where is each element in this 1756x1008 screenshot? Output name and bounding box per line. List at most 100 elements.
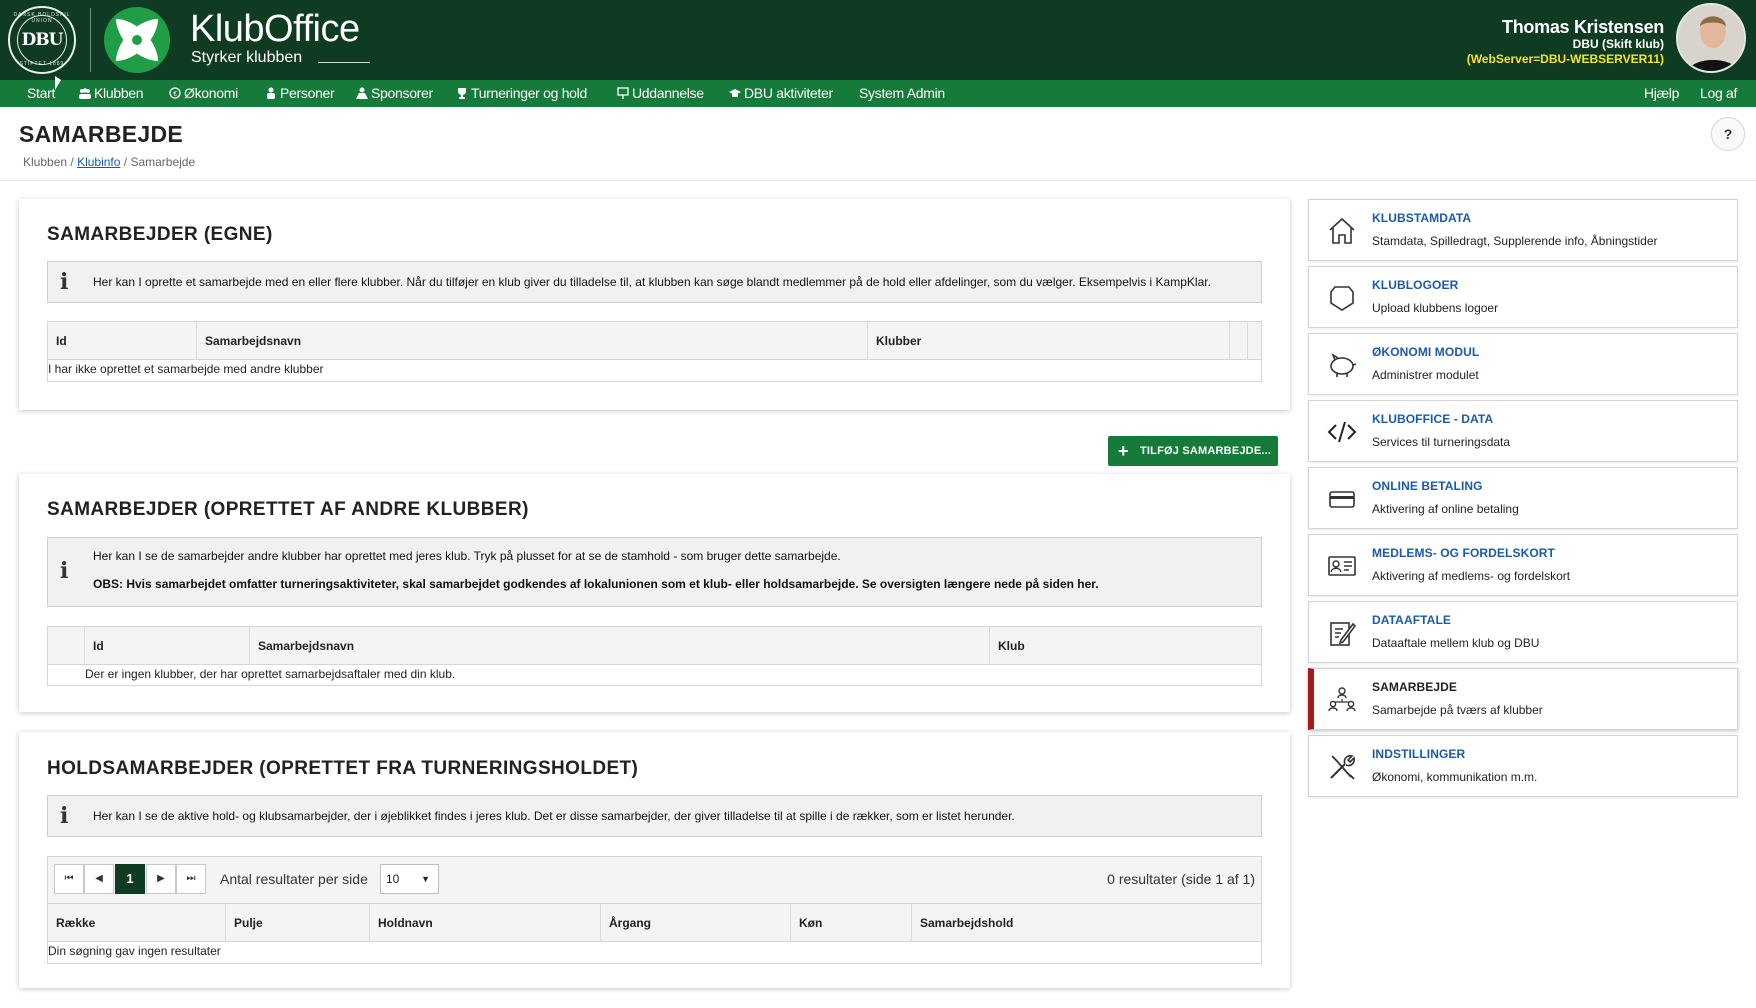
sidebar-item-dataaftale[interactable]: DATAAFTALE Dataaftale mellem klub og DBU	[1308, 601, 1738, 663]
header-divider	[90, 8, 91, 72]
sidebar-item-online-betaling[interactable]: ONLINE BETALING Aktivering af online bet…	[1308, 467, 1738, 529]
kluboffice-logo-icon[interactable]	[103, 6, 171, 74]
per-page-label: Antal resultater per side	[220, 871, 368, 887]
column-kon[interactable]: Køn	[791, 904, 912, 942]
mouse-cursor-icon	[55, 76, 61, 90]
sidebar-item-desc: Økonomi, kommunikation m.m.	[1372, 770, 1538, 784]
per-page-select[interactable]: 10 ▼	[380, 864, 439, 894]
dbu-ring-bottom: STIFTET 1889	[19, 61, 65, 67]
add-collaboration-label: TILFØJ SAMARBEJDE...	[1140, 445, 1272, 457]
sidebar-item-klubstamdata[interactable]: KLUBSTAMDATA Stamdata, Spilledragt, Supp…	[1308, 199, 1738, 261]
dbu-logo-text: DBU	[21, 30, 64, 50]
column-id[interactable]: Id	[85, 627, 250, 665]
graduation-cap-icon	[729, 89, 741, 97]
nav-logout[interactable]: Log af	[1700, 80, 1737, 107]
help-button[interactable]: ?	[1711, 117, 1745, 151]
others-collaborations-panel: SAMARBEJDER (OPRETTET AF ANDRE KLUBBER) …	[19, 474, 1290, 712]
nav-dbu-aktiviteter[interactable]: DBU aktiviteter	[729, 80, 833, 107]
last-page-button[interactable]: ⏭	[176, 864, 206, 894]
team-info-text: Her kan I se de aktive hold- og klubsama…	[93, 809, 1015, 823]
piggy-bank-icon	[1330, 353, 1357, 377]
sidebar-item-title: INDSTILLINGER	[1372, 747, 1466, 761]
sponsor-icon	[356, 87, 368, 99]
sidebar-item-desc: Aktivering af online betaling	[1372, 502, 1519, 516]
team-collaborations-table: Række Pulje Holdnavn Årgang Køn Samarbej…	[47, 904, 1262, 964]
avatar-person-icon	[1678, 5, 1744, 71]
breadcrumb-current: Samarbejde	[130, 155, 196, 169]
column-klub[interactable]: Klub	[990, 627, 1261, 665]
current-page-button[interactable]: 1	[115, 864, 145, 894]
sidebar-item-title: ØKONOMI MODUL	[1372, 345, 1480, 359]
sidebar-item-desc: Administrer modulet	[1372, 368, 1479, 382]
own-collaborations-title: SAMARBEJDER (EGNE)	[47, 224, 273, 245]
coin-icon: €	[169, 87, 181, 99]
tagline-underline	[318, 62, 370, 63]
top-header: DANSK BOLDSPIL UNION DBU STIFTET 1889 Kl…	[0, 0, 1756, 80]
nav-okonomi-label: Økonomi	[184, 85, 238, 101]
avatar[interactable]	[1676, 3, 1746, 73]
sidebar-item-medlemskort[interactable]: MEDLEMS- OG FORDELSKORT Aktivering af me…	[1308, 534, 1738, 596]
own-info-text: Her kan I oprette et samarbejde med en e…	[93, 275, 1211, 289]
nav-sponsorer[interactable]: Sponsorer	[356, 80, 433, 107]
sidebar-item-kluboffice-data[interactable]: KLUBOFFICE - DATA Services til turnering…	[1308, 400, 1738, 462]
column-pulje[interactable]: Pulje	[226, 904, 370, 942]
sidebar-item-okonomi-modul[interactable]: ØKONOMI MODUL Administrer modulet	[1308, 333, 1738, 395]
app-tagline: Styrker klubben	[191, 49, 303, 66]
add-collaboration-button[interactable]: + TILFØJ SAMARBEJDE...	[1108, 436, 1278, 466]
dbu-logo[interactable]: DANSK BOLDSPIL UNION DBU STIFTET 1889	[8, 6, 76, 74]
sidebar-item-klublogoer[interactable]: KLUBLOGOER Upload klubbens logoer	[1308, 266, 1738, 328]
nav-uddannelse[interactable]: Uddannelse	[617, 80, 704, 107]
nav-turneringer-label: Turneringer og hold	[471, 85, 587, 101]
switch-club-link[interactable]: DBU (Skift klub)	[1573, 37, 1664, 51]
nav-start[interactable]: Start	[27, 80, 55, 107]
nav-help[interactable]: Hjælp	[1644, 80, 1679, 107]
edit-document-icon	[1330, 622, 1357, 646]
sidebar-item-title: SAMARBEJDE	[1372, 680, 1458, 694]
shield-icon	[1330, 286, 1354, 311]
nav-okonomi[interactable]: € Økonomi	[169, 80, 238, 107]
nav-dbu-aktiviteter-label: DBU aktiviteter	[744, 85, 833, 101]
nav-turneringer[interactable]: Turneringer og hold	[456, 80, 587, 107]
nav-sponsorer-label: Sponsorer	[371, 85, 433, 101]
sidebar-item-title: ONLINE BETALING	[1372, 479, 1483, 493]
prev-page-button[interactable]: ◀	[84, 864, 114, 894]
others-collaborations-title: SAMARBEJDER (OPRETTET AF ANDRE KLUBBER)	[47, 499, 529, 520]
app-name: KlubOffice	[190, 8, 360, 50]
header-divider-line	[0, 180, 1756, 181]
nav-personer[interactable]: Personer	[265, 80, 335, 107]
next-page-button[interactable]: ▶	[146, 864, 176, 894]
column-samarbejdshold[interactable]: Samarbejdshold	[912, 904, 1261, 942]
column-expand	[48, 627, 85, 665]
page-title: SAMARBEJDE	[19, 121, 184, 147]
empty-row: Din søgning gav ingen resultater	[48, 944, 221, 958]
plus-icon: +	[1118, 441, 1129, 461]
column-id[interactable]: Id	[48, 322, 197, 360]
nav-uddannelse-label: Uddannelse	[632, 85, 704, 101]
info-icon: i	[60, 558, 69, 584]
column-klubber[interactable]: Klubber	[868, 322, 1230, 360]
column-samarbejdsnavn[interactable]: Samarbejdsnavn	[197, 322, 868, 360]
tools-icon	[1330, 755, 1355, 780]
sidebar-item-title: KLUBSTAMDATA	[1372, 211, 1472, 225]
own-collaborations-table: Id Samarbejdsnavn Klubber I har ikke opr…	[47, 321, 1262, 382]
sidebar-item-indstillinger[interactable]: INDSTILLINGER Økonomi, kommunikation m.m…	[1308, 735, 1738, 797]
result-count: 0 resultater (side 1 af 1)	[1107, 871, 1255, 887]
empty-row: I har ikke oprettet et samarbejde med an…	[48, 362, 324, 376]
sidebar-item-samarbejde[interactable]: SAMARBEJDE Samarbejde på tværs af klubbe…	[1308, 668, 1738, 730]
column-argang[interactable]: Årgang	[601, 904, 791, 942]
nav-system-admin[interactable]: System Admin	[859, 80, 945, 107]
sidebar-item-title: MEDLEMS- OG FORDELSKORT	[1372, 546, 1555, 560]
svg-text:€: €	[173, 91, 177, 98]
nav-klubben[interactable]: Klubben	[79, 80, 144, 107]
column-extra	[1230, 322, 1248, 360]
column-holdnavn[interactable]: Holdnavn	[370, 904, 601, 942]
info-icon: i	[60, 269, 69, 295]
first-page-button[interactable]: ⏮	[54, 864, 84, 894]
breadcrumb-klubinfo-link[interactable]: Klubinfo	[77, 155, 120, 169]
sidebar-item-desc: Samarbejde på tværs af klubber	[1372, 703, 1543, 717]
column-samarbejdsnavn[interactable]: Samarbejdsnavn	[250, 627, 990, 665]
sidebar-item-title: DATAAFTALE	[1372, 613, 1451, 627]
column-raekke[interactable]: Række	[48, 904, 226, 942]
sidebar-item-desc: Upload klubbens logoer	[1372, 301, 1499, 315]
group-icon	[79, 88, 91, 99]
